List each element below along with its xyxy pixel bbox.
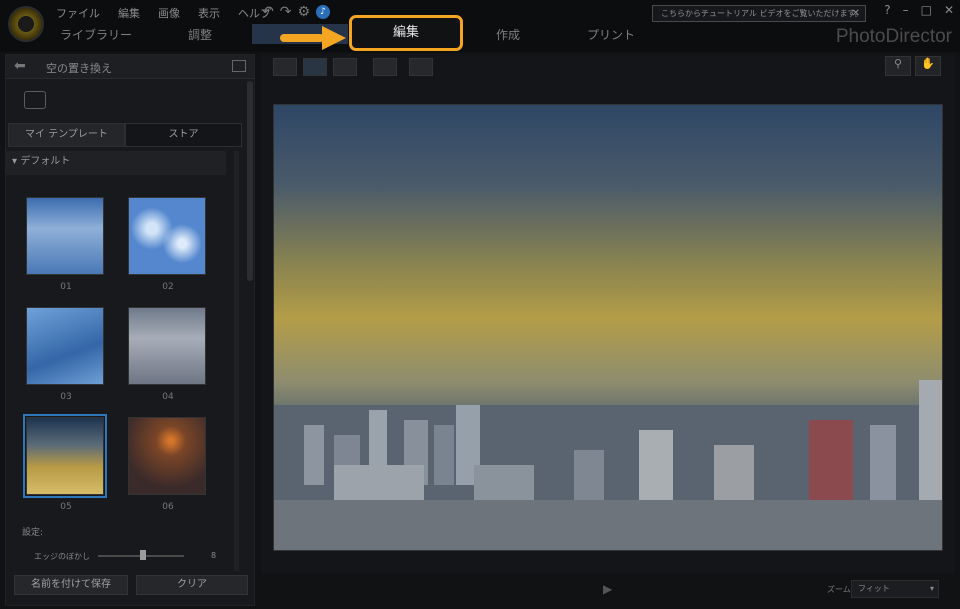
menu-edit[interactable]: 編集	[118, 5, 140, 21]
chevron-down-icon: ▾	[929, 584, 934, 593]
compare-view-icon[interactable]	[273, 58, 297, 76]
tab-create[interactable]: 作成	[453, 26, 563, 43]
sky-thumbnail[interactable]: 06	[128, 417, 206, 512]
sky-replace-panel: ⬅ 空の置き換え マイ テンプレート ストア ▾ デフォルト 01 02 03 …	[5, 54, 255, 606]
add-sky-icon[interactable]	[24, 91, 46, 109]
top-bar: ファイル 編集 画像 表示 ヘルプ ↶ ↷ ⚙ ♪ こちらからチュートリアル ビ…	[0, 0, 960, 52]
sky-thumbnail[interactable]: 02	[128, 197, 206, 292]
thumbnail-label: 02	[162, 282, 174, 292]
single-view-icon[interactable]	[303, 58, 327, 76]
viewer-panel: ⚲ ✋ ▶ ズーム: フィット ▾	[261, 54, 955, 606]
menu-file[interactable]: ファイル	[56, 5, 100, 21]
app-logo	[8, 6, 44, 42]
grid-view-icon[interactable]	[333, 58, 357, 76]
tab-adjust[interactable]: 調整	[145, 26, 255, 43]
zoom-label: ズーム:	[827, 585, 854, 594]
magnifier-icon[interactable]: ⚲	[885, 56, 911, 76]
tab-edit[interactable]: 編集	[349, 15, 463, 51]
viewer-footer: ▶ ズーム: フィット ▾	[261, 574, 955, 606]
window-controls: ? – □ ✕	[884, 3, 954, 17]
arrow-right-icon	[280, 26, 346, 50]
settings-label: 設定:	[22, 528, 44, 538]
sky-thumbnail-selected[interactable]: 05	[23, 414, 107, 512]
zoom-value: フィット	[858, 584, 890, 593]
tab-store[interactable]: ストア	[125, 123, 242, 147]
menu-bar: ファイル 編集 画像 表示 ヘルプ	[56, 5, 271, 21]
menu-image[interactable]: 画像	[158, 5, 180, 21]
city-skyline-image	[274, 380, 942, 550]
redo-icon[interactable]: ↷	[280, 4, 292, 20]
save-as-button[interactable]: 名前を付けて保存	[14, 575, 128, 595]
viewer-toolbar: ⚲ ✋	[261, 54, 955, 80]
close-window-icon[interactable]: ✕	[944, 3, 954, 17]
photo-preview[interactable]	[273, 104, 943, 551]
section-title: デフォルト	[20, 156, 71, 167]
tutorial-banner[interactable]: こちらからチュートリアル ビデオをご覧いただけます。 ✕	[652, 5, 866, 22]
chevron-down-icon: ▾	[12, 156, 21, 167]
expand-icon[interactable]	[232, 60, 246, 72]
thumbnail-label: 03	[60, 392, 72, 402]
clear-button[interactable]: クリア	[136, 575, 248, 595]
display-icon[interactable]	[409, 58, 433, 76]
edge-blur-value: 8	[211, 551, 217, 560]
sky-thumbnail[interactable]: 03	[26, 307, 104, 402]
thumbnail-label: 01	[60, 282, 72, 292]
panel-scrollbar[interactable]	[247, 81, 253, 281]
panel-title: 空の置き換え	[46, 62, 112, 75]
maximize-icon[interactable]: □	[921, 3, 932, 17]
menu-view[interactable]: 表示	[198, 5, 220, 21]
play-icon[interactable]: ▶	[603, 582, 612, 596]
help-icon[interactable]: ?	[884, 3, 890, 17]
close-icon[interactable]: ✕	[852, 6, 860, 21]
brand-name: PhotoDirector	[835, 26, 952, 47]
thumbnail-label: 06	[162, 502, 174, 512]
edge-blur-knob[interactable]	[140, 550, 146, 560]
tab-library[interactable]: ライブラリー	[41, 26, 151, 43]
quick-toolbar: ↶ ↷ ⚙ ♪	[262, 4, 331, 20]
back-arrow-icon[interactable]: ⬅	[14, 58, 26, 74]
hand-tool-icon[interactable]: ✋	[915, 56, 941, 76]
panel-header: ⬅ 空の置き換え	[6, 55, 254, 79]
sky-thumbnail[interactable]: 04	[128, 307, 206, 402]
minimize-icon[interactable]: –	[903, 3, 909, 17]
gear-icon[interactable]: ⚙	[297, 4, 310, 20]
fit-window-icon[interactable]	[373, 58, 397, 76]
zoom-select[interactable]: フィット ▾	[851, 580, 939, 598]
thumbnail-label: 05	[60, 502, 72, 512]
template-tabs: マイ テンプレート ストア	[8, 123, 242, 147]
thumbnail-label: 04	[162, 392, 174, 402]
grid-scrollbar[interactable]	[234, 151, 239, 571]
undo-icon[interactable]: ↶	[262, 4, 274, 20]
tab-print[interactable]: プリント	[556, 26, 666, 43]
notification-icon[interactable]: ♪	[316, 5, 331, 19]
default-section-header[interactable]: ▾ デフォルト	[6, 151, 226, 175]
tab-my-templates[interactable]: マイ テンプレート	[8, 123, 125, 147]
edge-blur-label: エッジのぼかし	[34, 552, 90, 561]
sky-thumbnail[interactable]: 01	[26, 197, 104, 292]
tutorial-text: こちらからチュートリアル ビデオをご覧いただけます。	[661, 9, 863, 18]
